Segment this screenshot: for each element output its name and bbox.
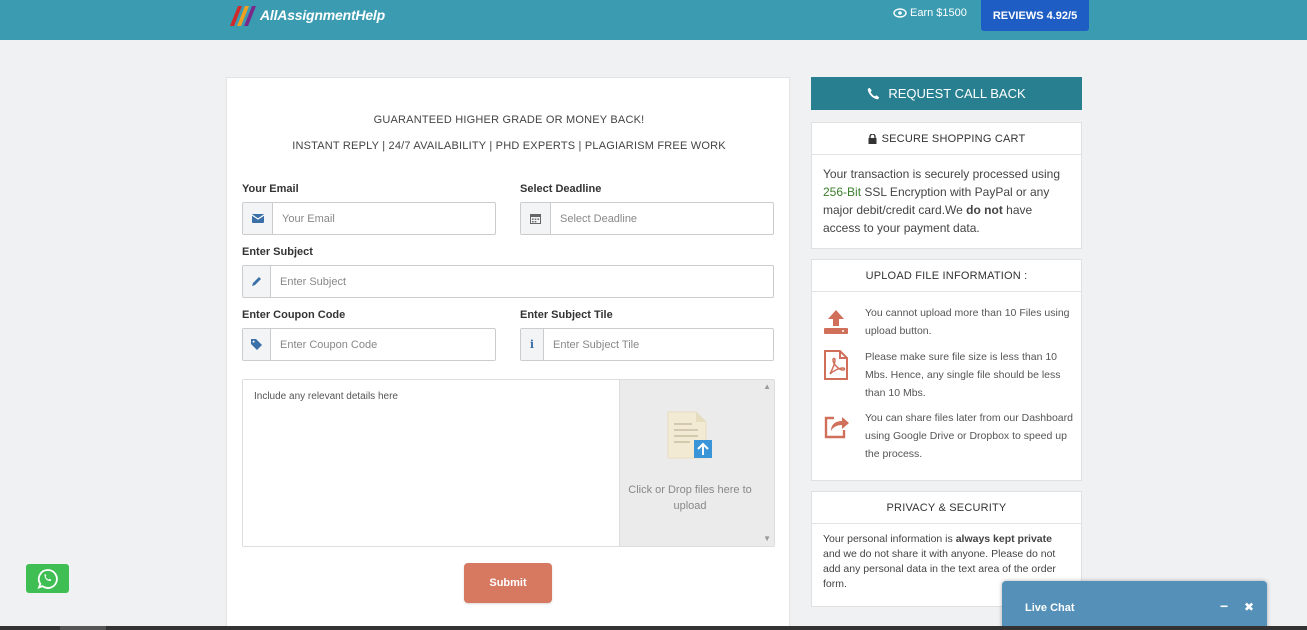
coupon-input[interactable] [271, 329, 495, 360]
phone-icon [868, 87, 880, 100]
secure-text-bold: do not [966, 203, 1003, 217]
whatsapp-icon [36, 568, 58, 589]
details-box: Click or Drop files here to upload ▲ ▼ [242, 379, 775, 547]
secure-cart-header: SECURE SHOPPING CART [812, 123, 1081, 155]
privacy-text-bold: always kept private [955, 533, 1052, 545]
email-input[interactable] [273, 203, 495, 234]
coupon-input-group [242, 328, 496, 361]
upload-info-text: You cannot upload more than 10 Files usi… [865, 307, 1070, 337]
submit-button[interactable]: Submit [464, 563, 552, 603]
subject-title-input-group: i [520, 328, 774, 361]
deadline-label: Select Deadline [520, 183, 602, 195]
subject-title-input[interactable] [544, 329, 773, 360]
coupon-label: Enter Coupon Code [242, 309, 346, 321]
pdf-file-icon [822, 350, 850, 380]
features-headline: INSTANT REPLY | 24/7 AVAILABILITY | PHD … [292, 140, 726, 152]
upload-info-text: Please make sure file size is less than … [865, 351, 1061, 399]
email-input-group [242, 202, 496, 235]
tag-icon [243, 329, 271, 360]
close-icon[interactable]: ✖ [1244, 600, 1254, 614]
guarantee-headline: GUARANTEED HIGHER GRADE OR MONEY BACK! [373, 114, 645, 126]
eye-icon [893, 8, 907, 18]
callback-label: REQUEST CALL BACK [888, 86, 1026, 101]
lock-icon [868, 133, 877, 144]
upload-info-header: UPLOAD FILE INFORMATION : [812, 260, 1081, 292]
order-form-card: GUARANTEED HIGHER GRADE OR MONEY BACK! I… [226, 77, 790, 630]
secure-cart-text: Your transaction is securely processed u… [812, 155, 1081, 247]
envelope-icon [243, 203, 273, 234]
secure-cart-panel: SECURE SHOPPING CART Your transaction is… [811, 122, 1082, 249]
live-chat-title: Live Chat [1025, 602, 1075, 614]
earn-text: Earn $1500 [910, 7, 967, 19]
share-icon [822, 412, 850, 440]
info-icon: i [521, 329, 544, 360]
privacy-text-part: Your personal information is [823, 533, 956, 545]
logo-mark-icon [228, 4, 258, 26]
email-label: Your Email [242, 183, 299, 195]
calendar-icon [521, 203, 551, 234]
details-textarea[interactable] [243, 380, 619, 546]
subject-title-label: Enter Subject Tile [520, 309, 613, 321]
privacy-header: PRIVACY & SECURITY [812, 492, 1081, 524]
top-header: AllAssignmentHelp Earn $1500 REVIEWS 4.9… [0, 0, 1307, 40]
file-upload-icon [666, 410, 714, 465]
upload-info-text: You can share files later from our Dashb… [865, 412, 1073, 460]
encryption-highlight: 256-Bit [823, 185, 862, 199]
bottom-bar-segment [60, 626, 106, 630]
subject-label: Enter Subject [242, 246, 313, 258]
live-chat-widget[interactable]: Live Chat − ✖ [1002, 581, 1267, 630]
pencil-icon [243, 266, 271, 297]
upload-info-panel: UPLOAD FILE INFORMATION : You cannot upl… [811, 259, 1082, 481]
whatsapp-button[interactable] [26, 564, 69, 593]
scroll-down-arrow-icon[interactable]: ▼ [763, 534, 771, 543]
logo-text: AllAssignmentHelp [260, 7, 385, 23]
bottom-bar [0, 626, 1307, 630]
reviews-button[interactable]: REVIEWS 4.92/5 [981, 0, 1089, 31]
subject-input[interactable] [271, 266, 773, 297]
deadline-input[interactable] [551, 203, 773, 234]
subject-input-group [242, 265, 774, 298]
request-call-back-button[interactable]: REQUEST CALL BACK [811, 77, 1082, 110]
minimize-icon[interactable]: − [1220, 598, 1228, 614]
site-logo[interactable]: AllAssignmentHelp [228, 4, 385, 26]
earn-link[interactable]: Earn $1500 [893, 7, 967, 19]
upload-instructions: Click or Drop files here to upload [628, 484, 752, 512]
deadline-input-group [520, 202, 774, 235]
file-drop-zone[interactable]: Click or Drop files here to upload ▲ ▼ [619, 380, 774, 546]
scroll-up-arrow-icon[interactable]: ▲ [763, 382, 771, 391]
secure-text-part: Your transaction is securely processed u… [823, 167, 1061, 181]
upload-icon [822, 308, 850, 336]
secure-cart-title: SECURE SHOPPING CART [881, 132, 1026, 145]
